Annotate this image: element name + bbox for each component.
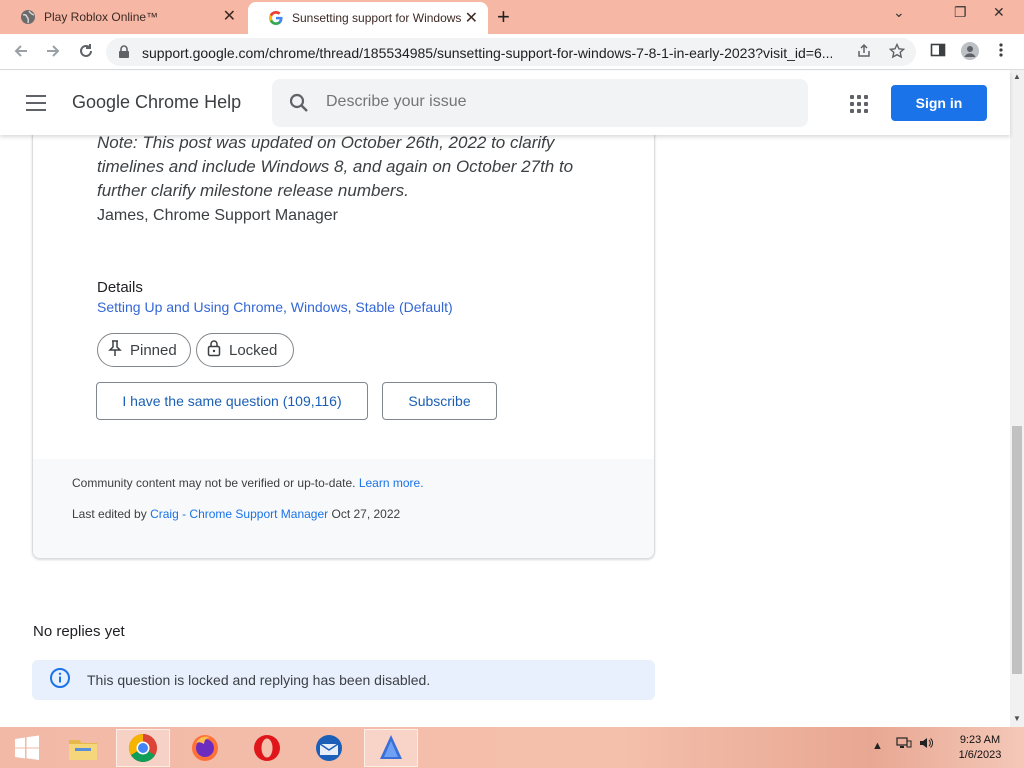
learn-more-link[interactable]: Learn more. — [359, 476, 424, 490]
site-title[interactable]: Google Chrome Help — [72, 92, 241, 113]
pin-icon — [108, 339, 122, 361]
thunderbird-icon[interactable] — [302, 729, 356, 767]
new-tab-button[interactable]: + — [497, 6, 510, 28]
details-separator: , — [283, 299, 291, 315]
file-explorer-icon[interactable] — [56, 729, 110, 767]
close-tab-icon[interactable]: ✕ — [465, 11, 478, 27]
thread-content: Note: This post was updated on October 2… — [0, 135, 1010, 727]
share-icon[interactable] — [856, 43, 872, 64]
last-edited-date: Oct 27, 2022 — [331, 507, 401, 521]
pinned-chip: Pinned — [97, 333, 191, 367]
tab-title: Sunsetting support for Windows — [292, 11, 462, 25]
scroll-up-icon[interactable]: ▲ — [1013, 72, 1021, 81]
restore-icon[interactable]: ❐ — [954, 4, 967, 21]
firefox-icon[interactable] — [178, 729, 232, 767]
locked-notice: This question is locked and replying has… — [32, 660, 655, 700]
chip-label: Pinned — [130, 341, 177, 359]
browser-titlebar: Play Roblox Online™ ✕ Sunsetting support… — [0, 0, 1024, 34]
url-text[interactable]: support.google.com/chrome/thread/1855349… — [142, 45, 832, 61]
details-label: Details — [97, 279, 143, 296]
back-icon[interactable] — [12, 42, 30, 63]
subscribe-button[interactable]: Subscribe — [382, 382, 497, 420]
opera-icon[interactable] — [240, 729, 294, 767]
post-card: Note: This post was updated on October 2… — [32, 135, 655, 559]
post-signature: James, Chrome Support Manager — [97, 207, 338, 224]
toolbar: support.google.com/chrome/thread/1855349… — [0, 34, 1024, 70]
windows-taskbar: ▲ 9:23 AM 1/6/2023 — [0, 727, 1024, 768]
locked-chip: Locked — [196, 333, 294, 367]
last-edited-info: Last edited by Craig - Chrome Support Ma… — [72, 507, 400, 521]
same-question-button[interactable]: I have the same question (109,116) — [96, 382, 368, 420]
sign-in-button[interactable]: Sign in — [891, 85, 987, 121]
google-g-icon — [268, 10, 284, 26]
forward-icon[interactable] — [44, 42, 62, 63]
tab-title: Play Roblox Online™ — [44, 10, 159, 24]
reload-icon[interactable] — [77, 42, 95, 63]
search-input[interactable] — [326, 93, 786, 111]
bookmark-star-icon[interactable] — [888, 42, 906, 64]
system-tray[interactable]: ▲ — [872, 737, 933, 752]
chrome-icon[interactable] — [116, 729, 170, 767]
replies-heading: No replies yet — [33, 623, 125, 640]
page-scrollbar[interactable]: ▲ ▼ — [1010, 70, 1024, 727]
details-link-stable[interactable]: Stable (Default) — [355, 299, 452, 315]
chip-label: Locked — [229, 341, 278, 359]
clock-time: 9:23 AM — [959, 734, 1001, 746]
clock-date: 1/6/2023 — [958, 749, 1002, 761]
google-apps-icon[interactable] — [850, 95, 868, 113]
close-tab-icon[interactable]: ✕ — [223, 9, 236, 25]
taskbar-clock[interactable]: 9:23 AM 1/6/2023 — [952, 733, 1008, 763]
globe-icon — [20, 9, 36, 25]
show-hidden-icons-icon[interactable]: ▲ — [872, 740, 883, 752]
app-icon[interactable] — [364, 729, 418, 767]
post-footer: Community content may not be verified or… — [33, 459, 654, 558]
disclaimer-text: Community content may not be verified or… — [72, 476, 356, 490]
minimize-icon[interactable]: ⌄ — [893, 4, 905, 21]
details-links: Setting Up and Using Chrome, Windows, St… — [97, 299, 453, 315]
info-icon — [49, 667, 71, 694]
network-icon[interactable] — [896, 737, 912, 752]
volume-icon[interactable] — [919, 737, 933, 752]
close-window-icon[interactable]: ✕ — [993, 4, 1005, 21]
editor-link[interactable]: Craig - Chrome Support Manager — [150, 507, 328, 521]
lock-icon — [207, 339, 221, 361]
tab-chrome-help[interactable]: Sunsetting support for Windows ✕ — [248, 2, 488, 34]
search-box[interactable] — [272, 79, 808, 127]
side-panel-icon[interactable] — [930, 42, 946, 63]
address-bar[interactable]: support.google.com/chrome/thread/1855349… — [106, 38, 916, 66]
start-icon[interactable] — [0, 729, 54, 767]
post-note: Note: This post was updated on October 2… — [97, 135, 574, 200]
more-menu-icon[interactable] — [998, 42, 1004, 63]
search-icon[interactable] — [288, 92, 310, 119]
scroll-down-icon[interactable]: ▼ — [1013, 714, 1021, 723]
community-disclaimer: Community content may not be verified or… — [72, 476, 424, 490]
lock-icon[interactable] — [118, 45, 130, 64]
profile-avatar-icon[interactable] — [961, 42, 979, 65]
locked-notice-text: This question is locked and replying has… — [87, 672, 431, 688]
details-link-windows[interactable]: Windows — [291, 299, 348, 315]
page-header: Google Chrome Help Sign in — [0, 71, 1010, 135]
hamburger-menu-icon[interactable] — [26, 95, 46, 111]
scroll-thumb[interactable] — [1012, 426, 1022, 674]
tab-roblox[interactable]: Play Roblox Online™ ✕ — [0, 0, 246, 34]
last-edited-prefix: Last edited by — [72, 507, 147, 521]
details-link-setup[interactable]: Setting Up and Using Chrome — [97, 299, 283, 315]
